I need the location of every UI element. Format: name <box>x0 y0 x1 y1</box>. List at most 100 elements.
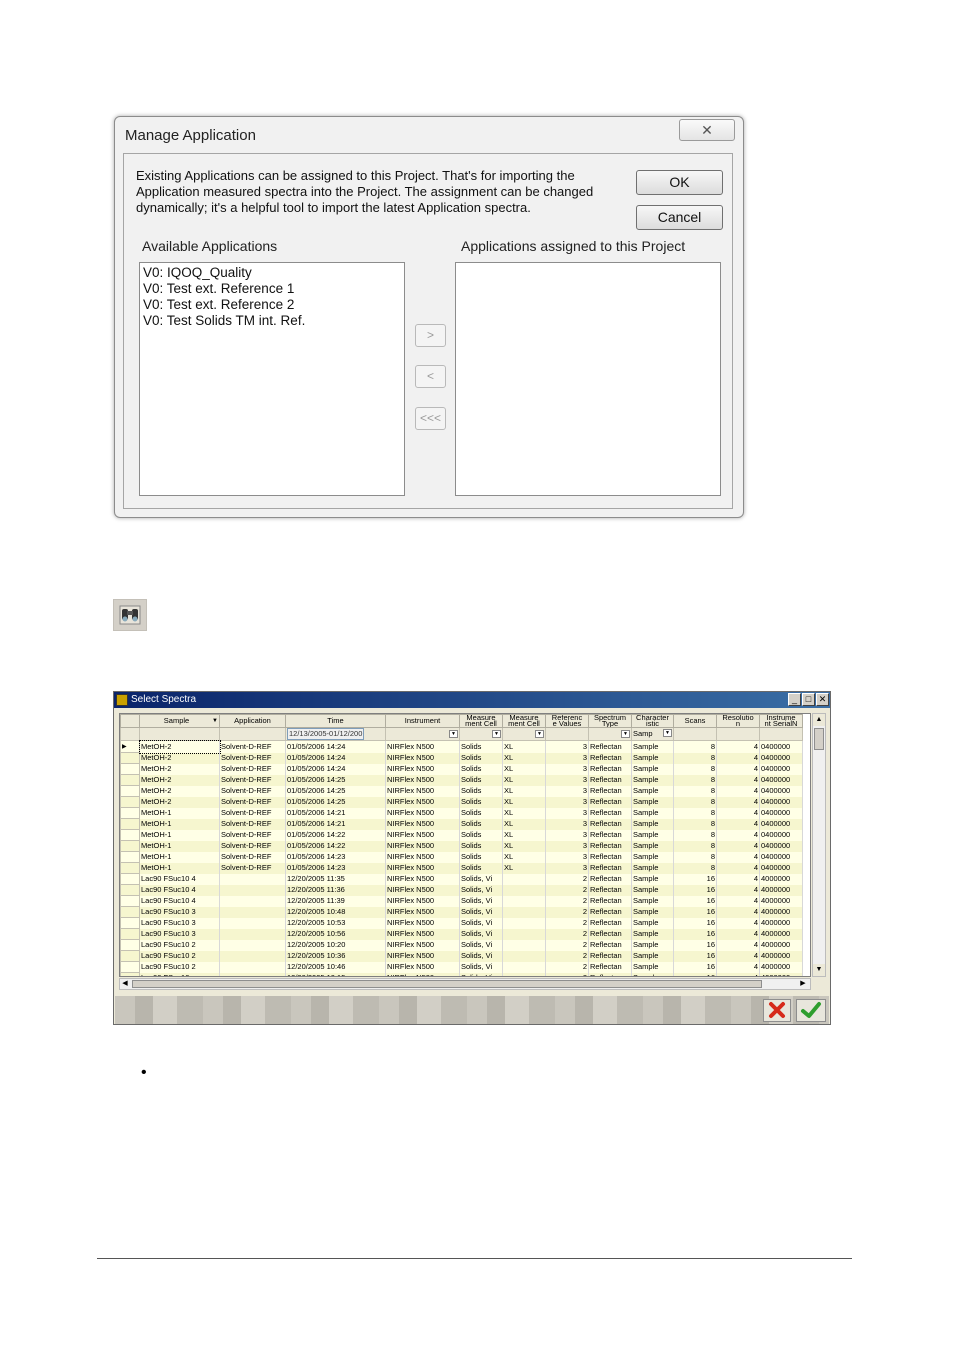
scroll-left-icon[interactable]: ◀ <box>120 979 130 989</box>
table-row[interactable]: Lac90 FSuc10 4 12/20/2005 11:36 NIRFlex N5… <box>120 884 803 896</box>
table-cell[interactable]: MetOH-1 <box>139 840 220 852</box>
table-cell[interactable]: Sample <box>631 763 674 775</box>
table-cell[interactable]: 01/05/2006 14:22 <box>285 829 386 841</box>
table-cell[interactable]: XL <box>502 763 546 775</box>
row-header[interactable] <box>120 906 140 918</box>
table-cell[interactable]: 4 <box>716 818 760 830</box>
table-cell[interactable]: Reflectan <box>588 873 632 885</box>
table-cell[interactable]: Sample <box>631 961 674 973</box>
row-header[interactable] <box>120 752 140 764</box>
table-cell[interactable]: Solids <box>459 785 503 797</box>
table-cell[interactable]: Reflectan <box>588 884 632 896</box>
table-cell[interactable]: 0400000 <box>759 774 803 786</box>
table-cell[interactable]: 4 <box>716 917 760 929</box>
table-cell[interactable]: Reflectan <box>588 851 632 863</box>
table-cell[interactable]: 12/20/2005 11:35 <box>285 873 386 885</box>
filter-cell[interactable] <box>759 727 803 741</box>
table-cell[interactable]: 4000000 <box>759 873 803 885</box>
table-cell[interactable]: Sample <box>631 873 674 885</box>
table-cell[interactable]: 2 <box>545 950 589 962</box>
row-header[interactable] <box>120 840 140 852</box>
table-cell[interactable]: 0400000 <box>759 840 803 852</box>
table-cell[interactable]: Solids, Vi <box>459 917 503 929</box>
table-cell[interactable]: 2 <box>545 972 589 976</box>
assigned-applications-list[interactable] <box>455 262 721 496</box>
table-cell[interactable]: NIRFlex N500 <box>385 895 460 907</box>
table-cell[interactable]: 8 <box>673 818 717 830</box>
table-cell[interactable]: Solvent-D-REF <box>219 851 286 863</box>
table-cell[interactable]: 12/20/2005 11:39 <box>285 895 386 907</box>
table-cell[interactable]: 16 <box>673 972 717 976</box>
table-cell[interactable]: 2 <box>545 928 589 940</box>
table-cell[interactable]: NIRFlex N500 <box>385 818 460 830</box>
row-header[interactable] <box>120 939 140 951</box>
row-header[interactable] <box>120 829 140 841</box>
table-cell[interactable]: Solids <box>459 763 503 775</box>
table-cell[interactable]: NIRFlex N500 <box>385 752 460 764</box>
table-cell[interactable]: 4 <box>716 851 760 863</box>
table-cell[interactable]: 3 <box>545 840 589 852</box>
table-cell[interactable]: NIRFlex N500 <box>385 961 460 973</box>
table-cell[interactable]: NIRFlex N500 <box>385 840 460 852</box>
table-cell[interactable]: 4000000 <box>759 972 803 976</box>
table-cell[interactable]: 3 <box>545 740 589 753</box>
table-cell[interactable]: Solids <box>459 807 503 819</box>
table-cell[interactable]: 0400000 <box>759 862 803 874</box>
table-cell[interactable]: Reflectan <box>588 862 632 874</box>
table-cell[interactable]: NIRFlex N500 <box>385 906 460 918</box>
cancel-button[interactable] <box>763 999 791 1022</box>
table-cell[interactable]: 01/05/2006 14:25 <box>285 796 386 808</box>
table-cell[interactable] <box>502 906 546 918</box>
table-cell[interactable]: Sample <box>631 939 674 951</box>
confirm-button[interactable] <box>796 999 826 1022</box>
table-row[interactable]: MetOH-2 Solvent-D-REF 01/05/2006 14:24 NIRF… <box>120 752 803 764</box>
table-cell[interactable]: XL <box>502 862 546 874</box>
dropdown-arrow-icon[interactable]: ▼ <box>492 730 501 738</box>
table-cell[interactable]: Lac90 FSuc10 3 <box>139 906 220 918</box>
table-cell[interactable]: 0400000 <box>759 752 803 764</box>
row-header[interactable] <box>120 763 140 775</box>
table-cell[interactable] <box>502 939 546 951</box>
table-cell[interactable]: 12/20/2005 10:15 <box>285 972 386 976</box>
filter-cell[interactable]: ▼ <box>459 727 503 741</box>
table-cell[interactable]: Solids, Vi <box>459 972 503 976</box>
table-cell[interactable]: 01/05/2006 14:21 <box>285 818 386 830</box>
table-cell[interactable]: 8 <box>673 807 717 819</box>
table-cell[interactable]: Solids, Vi <box>459 906 503 918</box>
table-cell[interactable]: Lac90 FSuc10 3 <box>139 917 220 929</box>
cancel-button[interactable]: Cancel <box>636 205 723 230</box>
table-cell[interactable]: 3 <box>545 807 589 819</box>
table-row[interactable]: ▶ MetOH-2 Solvent-D-REF 01/05/2006 14:24 NIR… <box>120 739 803 754</box>
table-cell[interactable]: 12/20/2005 10:46 <box>285 961 386 973</box>
table-cell[interactable]: 4000000 <box>759 884 803 896</box>
table-cell[interactable] <box>219 939 286 951</box>
filter-cell[interactable] <box>545 727 589 741</box>
table-cell[interactable]: Solvent-D-REF <box>219 840 286 852</box>
table-cell[interactable]: 3 <box>545 829 589 841</box>
table-cell[interactable] <box>219 895 286 907</box>
table-cell[interactable]: Reflectan <box>588 774 632 786</box>
table-cell[interactable]: MetOH-1 <box>139 862 220 874</box>
table-cell[interactable]: 4 <box>716 972 760 976</box>
column-header[interactable]: Measure ment Cell <box>459 714 503 728</box>
table-cell[interactable]: Sample <box>631 906 674 918</box>
table-cell[interactable]: Sample <box>631 807 674 819</box>
table-cell[interactable]: 0400000 <box>759 740 803 753</box>
table-cell[interactable]: 2 <box>545 917 589 929</box>
unassign-all-button[interactable]: <<< <box>415 407 446 430</box>
table-cell[interactable] <box>502 895 546 907</box>
table-row[interactable]: Lac90 FSuc10 2 12/20/2005 10:46 NIRFlex N5… <box>120 961 803 973</box>
table-row[interactable]: Lac90 FSuc10 3 12/20/2005 10:53 NIRFlex N5… <box>120 917 803 929</box>
table-cell[interactable]: MetOH-2 <box>139 752 220 764</box>
row-header[interactable] <box>120 917 140 929</box>
table-cell[interactable]: XL <box>502 752 546 764</box>
table-cell[interactable]: Reflectan <box>588 829 632 841</box>
column-header[interactable]: Sample ▼ <box>139 714 220 728</box>
table-cell[interactable]: Solvent-D-REF <box>219 763 286 775</box>
table-cell[interactable]: Solvent-D-REF <box>219 829 286 841</box>
table-cell[interactable]: Lac90 FSuc10 4 <box>139 873 220 885</box>
dropdown-arrow-icon[interactable]: ▼ <box>663 729 672 737</box>
table-cell[interactable]: 3 <box>545 851 589 863</box>
table-row[interactable]: MetOH-1 Solvent-D-REF 01/05/2006 14:21 NIRF… <box>120 818 803 830</box>
table-cell[interactable]: Solids <box>459 740 503 753</box>
